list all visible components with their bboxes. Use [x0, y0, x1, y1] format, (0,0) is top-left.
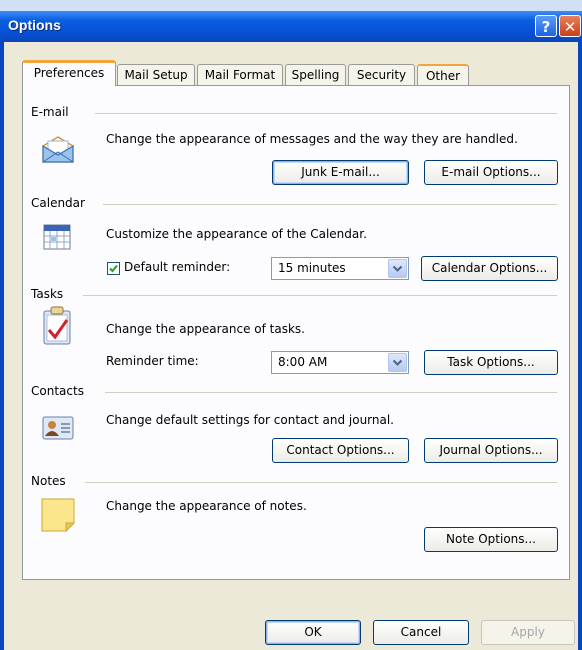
title-bar[interactable]: Options ? ✕ — [0, 11, 582, 42]
contact-card-icon — [42, 416, 74, 440]
email-section-label: E-mail — [31, 105, 69, 119]
preferences-panel: E-mail Change the appearance of messages… — [22, 85, 570, 580]
calendar-icon — [43, 224, 71, 250]
default-reminder-select[interactable]: 15 minutes — [271, 257, 409, 280]
options-dialog: Options ? ✕ Preferences Mail Setup Mail … — [0, 11, 582, 650]
tasks-divider — [83, 295, 557, 296]
default-reminder-label: Default reminder: — [124, 260, 231, 274]
email-description: Change the appearance of messages and th… — [106, 132, 518, 146]
tab-mail-setup[interactable]: Mail Setup — [117, 64, 195, 85]
cancel-button[interactable]: Cancel — [373, 620, 469, 645]
default-reminder-value: 15 minutes — [278, 261, 346, 275]
journal-options-button[interactable]: Journal Options... — [424, 438, 558, 463]
tasks-description: Change the appearance of tasks. — [106, 322, 305, 336]
note-options-button[interactable]: Note Options... — [424, 527, 558, 552]
notes-description: Change the appearance of notes. — [106, 499, 307, 513]
envelope-icon — [42, 136, 74, 163]
notes-section-label: Notes — [31, 474, 66, 488]
help-button[interactable]: ? — [535, 15, 557, 37]
tab-mail-format[interactable]: Mail Format — [197, 64, 283, 85]
default-reminder-checkbox[interactable] — [107, 262, 120, 275]
reminder-time-select[interactable]: 8:00 AM — [271, 351, 409, 374]
calendar-section-label: Calendar — [31, 196, 85, 210]
task-options-button[interactable]: Task Options... — [424, 350, 558, 375]
tab-other[interactable]: Other — [417, 64, 469, 85]
reminder-time-value: 8:00 AM — [278, 355, 328, 369]
note-icon — [41, 498, 75, 532]
close-button[interactable]: ✕ — [559, 15, 581, 37]
notes-divider — [85, 482, 557, 483]
email-divider — [95, 113, 557, 114]
tab-security[interactable]: Security — [348, 64, 415, 85]
tab-spelling[interactable]: Spelling — [285, 64, 346, 85]
window-title: Options — [8, 17, 61, 33]
tasks-section-label: Tasks — [31, 287, 64, 301]
tab-preferences[interactable]: Preferences — [22, 60, 116, 86]
checkmark-icon — [109, 264, 118, 273]
apply-button[interactable]: Apply — [481, 620, 575, 645]
calendar-description: Customize the appearance of the Calendar… — [106, 227, 367, 241]
ok-button[interactable]: OK — [265, 620, 361, 645]
task-clipboard-icon — [43, 306, 71, 345]
dropdown-arrow-icon[interactable] — [388, 353, 407, 372]
dropdown-arrow-icon[interactable] — [388, 259, 407, 278]
contacts-divider — [105, 392, 557, 393]
junk-email-button[interactable]: Junk E-mail... — [272, 160, 409, 185]
contacts-section-label: Contacts — [31, 384, 84, 398]
calendar-options-button[interactable]: Calendar Options... — [421, 256, 558, 281]
calendar-divider — [103, 204, 557, 205]
window-border-left — [0, 42, 4, 650]
reminder-time-label: Reminder time: — [106, 354, 199, 368]
window-border-right — [578, 42, 582, 650]
contacts-description: Change default settings for contact and … — [106, 413, 394, 427]
contact-options-button[interactable]: Contact Options... — [272, 438, 409, 463]
email-options-button[interactable]: E-mail Options... — [424, 160, 558, 185]
